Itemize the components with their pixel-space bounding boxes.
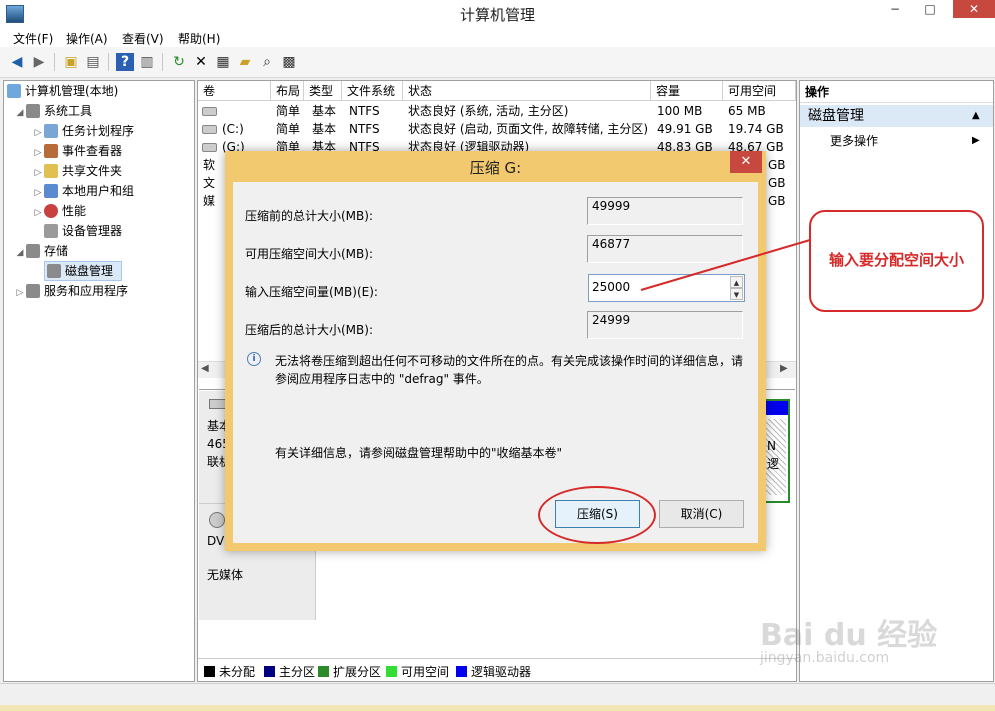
annotation-arrow-line <box>640 239 811 291</box>
annotation-callout: 输入要分配空间大小 <box>809 210 984 312</box>
annotation-arrow <box>640 239 811 291</box>
annotation-text: 输入要分配空间大小 <box>828 251 964 269</box>
baidu-watermark: Bai du 经验 <box>760 618 938 653</box>
baidu-watermark-url: jingyan.baidu.com <box>760 650 890 666</box>
annotation-highlight-ellipse <box>538 486 656 544</box>
